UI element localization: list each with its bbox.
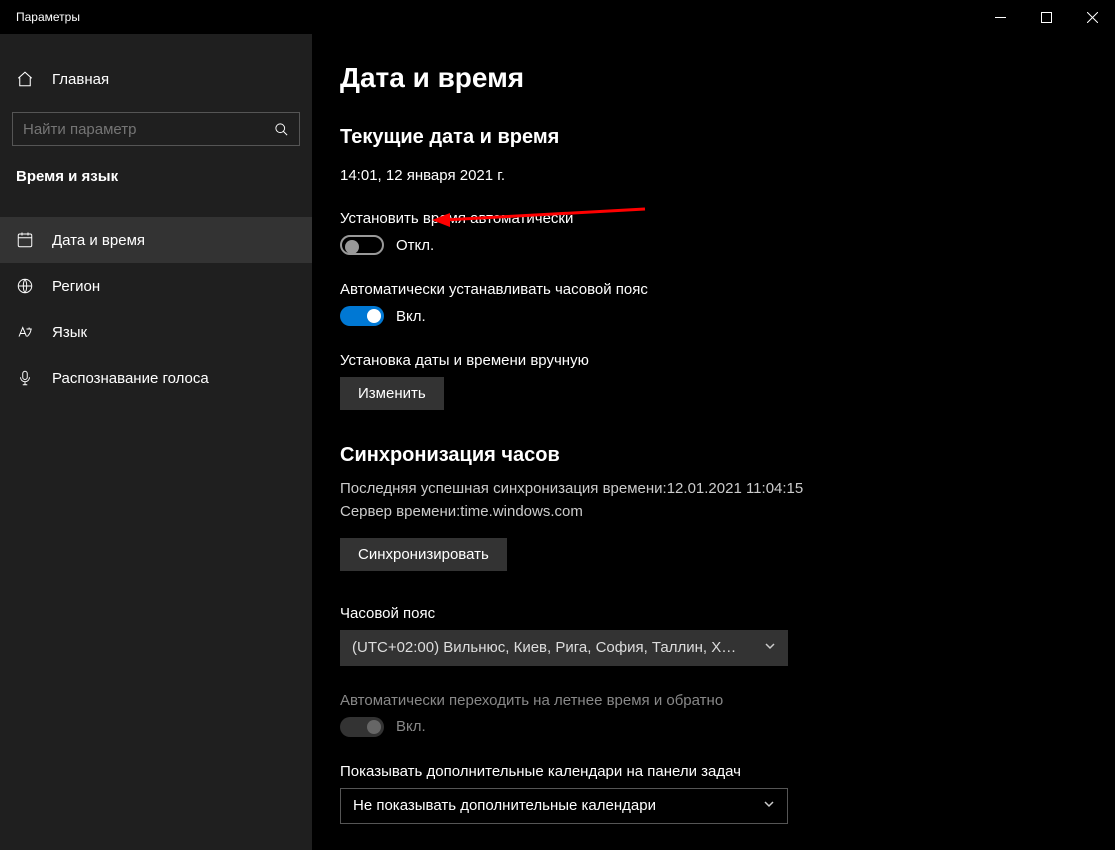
- sidebar-item-label: Распознавание голоса: [52, 370, 209, 387]
- search-icon: [274, 122, 289, 137]
- sidebar-item-speech[interactable]: Распознавание голоса: [0, 355, 312, 401]
- auto-tz-label: Автоматически устанавливать часовой пояс: [340, 281, 1115, 298]
- microphone-icon: [16, 369, 34, 387]
- timezone-label: Часовой пояс: [340, 605, 1115, 622]
- sync-heading: Синхронизация часов: [340, 444, 1115, 467]
- dst-toggle: [340, 717, 384, 737]
- chevron-down-icon: [764, 639, 776, 656]
- language-icon: [16, 323, 34, 341]
- auto-time-label: Установить время автоматически: [340, 210, 1115, 227]
- chevron-down-icon: [763, 797, 775, 814]
- manual-set-label: Установка даты и времени вручную: [340, 352, 1115, 369]
- sync-last-line: Последняя успешная синхронизация времени…: [340, 477, 1115, 500]
- globe-icon: [16, 277, 34, 295]
- sidebar-section-title: Время и язык: [0, 168, 312, 197]
- dst-state: Вкл.: [396, 718, 426, 735]
- search-input[interactable]: [23, 121, 289, 138]
- window-titlebar: Параметры: [0, 0, 1115, 34]
- sidebar-item-label: Дата и время: [52, 232, 145, 249]
- sidebar-nav: Дата и время Регион Язык Распознавание г…: [0, 217, 312, 401]
- sync-server-line: Сервер времени:time.windows.com: [340, 500, 1115, 523]
- calendars-value: Не показывать дополнительные календари: [353, 797, 656, 814]
- current-datetime-value: 14:01, 12 января 2021 г.: [340, 167, 1115, 184]
- auto-tz-toggle[interactable]: [340, 306, 384, 326]
- content-pane: Дата и время Текущие дата и время 14:01,…: [312, 34, 1115, 850]
- auto-tz-state: Вкл.: [396, 308, 426, 325]
- home-label: Главная: [52, 71, 109, 88]
- timezone-dropdown[interactable]: (UTC+02:00) Вильнюс, Киев, Рига, София, …: [340, 630, 788, 666]
- sidebar-item-label: Регион: [52, 278, 100, 295]
- minimize-button[interactable]: [977, 0, 1023, 34]
- sidebar-item-label: Язык: [52, 324, 87, 341]
- sidebar-item-language[interactable]: Язык: [0, 309, 312, 355]
- sidebar-item-region[interactable]: Регион: [0, 263, 312, 309]
- sync-now-button[interactable]: Синхронизировать: [340, 538, 507, 571]
- clock-calendar-icon: [16, 231, 34, 249]
- change-button[interactable]: Изменить: [340, 377, 444, 410]
- dst-label: Автоматически переходить на летнее время…: [340, 692, 1115, 709]
- calendars-dropdown[interactable]: Не показывать дополнительные календари: [340, 788, 788, 824]
- current-datetime-heading: Текущие дата и время: [340, 126, 1115, 149]
- calendars-label: Показывать дополнительные календари на п…: [340, 763, 1115, 780]
- auto-time-state: Откл.: [396, 237, 434, 254]
- close-button[interactable]: [1069, 0, 1115, 34]
- home-icon: [16, 70, 34, 88]
- timezone-value: (UTC+02:00) Вильнюс, Киев, Рига, София, …: [352, 639, 742, 656]
- window-title: Параметры: [16, 10, 80, 24]
- maximize-button[interactable]: [1023, 0, 1069, 34]
- auto-time-toggle[interactable]: [340, 235, 384, 255]
- home-link[interactable]: Главная: [0, 60, 312, 98]
- search-box[interactable]: [12, 112, 300, 146]
- sidebar: Главная Время и язык Дата и время Регион: [0, 34, 312, 850]
- sidebar-item-date-time[interactable]: Дата и время: [0, 217, 312, 263]
- page-title: Дата и время: [340, 62, 1115, 94]
